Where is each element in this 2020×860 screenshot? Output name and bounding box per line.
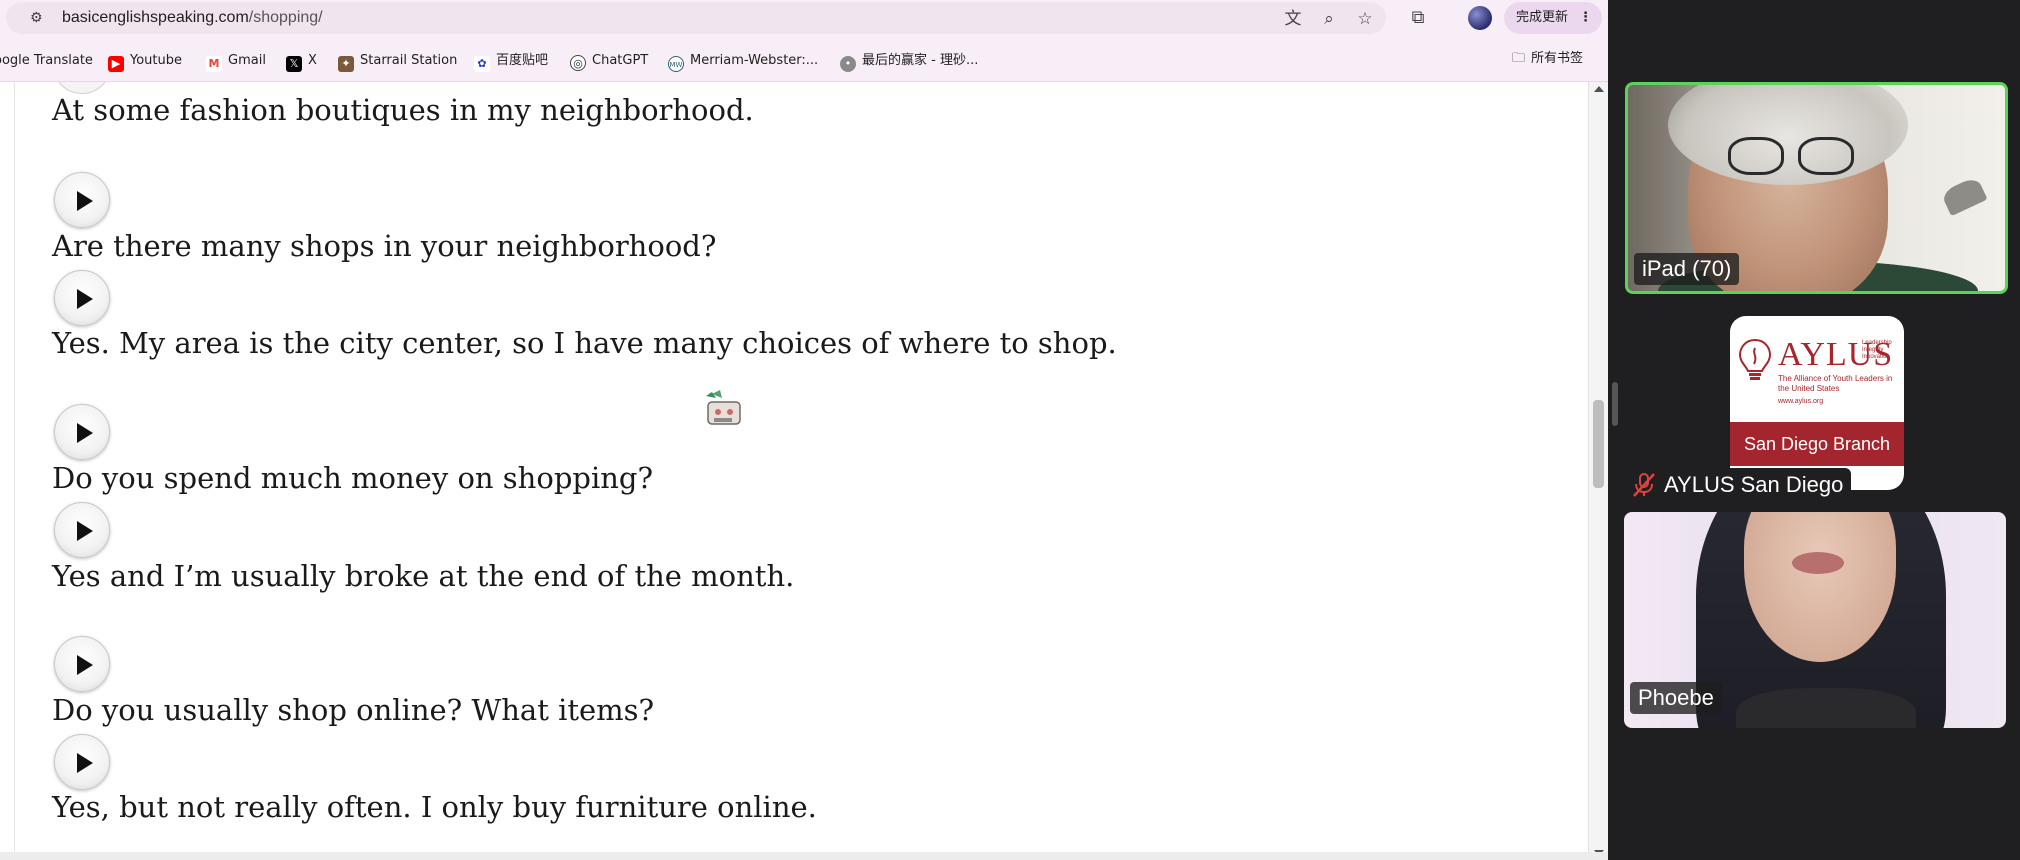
glasses-shape xyxy=(1728,137,1868,177)
answer-text: At some fashion boutiques in my neighbor… xyxy=(52,93,754,127)
play-icon xyxy=(77,753,93,773)
zoom-icon[interactable]: ⌕ xyxy=(1318,8,1340,30)
answer-text: Yes and I’m usually broke at the end of … xyxy=(52,559,795,593)
participant-name: AYLUS San Diego xyxy=(1664,472,1844,497)
merriam-webster-icon: MW xyxy=(668,56,684,72)
site-info-icon[interactable]: ⚙ xyxy=(30,10,48,26)
cursor-sticker-icon xyxy=(706,390,741,425)
bookmark-gmail[interactable]: M Gmail xyxy=(206,49,266,72)
bookmark-youtube[interactable]: ▶ Youtube xyxy=(108,49,182,72)
folder-icon: 🗀 xyxy=(1512,51,1526,66)
bookmark-starrail[interactable]: ✦ Starrail Station xyxy=(338,49,457,72)
play-icon xyxy=(77,289,93,309)
lightbulb-icon xyxy=(1738,338,1772,380)
participant-name: iPad (70) xyxy=(1634,253,1740,285)
page-bottom-strip xyxy=(0,852,1608,860)
site-icon: • xyxy=(840,56,856,72)
video-lips-shape xyxy=(1792,552,1844,574)
participant-tile-phoebe[interactable]: Phoebe xyxy=(1624,512,2006,728)
play-button[interactable] xyxy=(54,404,110,460)
play-button[interactable] xyxy=(54,172,110,228)
scroll-thumb[interactable] xyxy=(1593,400,1604,488)
lamp-shape xyxy=(1940,175,1988,217)
vertical-scrollbar[interactable] xyxy=(1588,82,1608,860)
page-border xyxy=(14,82,15,852)
page-content: At some fashion boutiques in my neighbor… xyxy=(0,82,1588,852)
starrail-icon: ✦ xyxy=(338,56,354,72)
bookmark-x[interactable]: 𝕏X xyxy=(286,49,317,72)
browser-window: ⚙ basicenglishspeaking.com/shopping/ 文 ⌕… xyxy=(0,0,1608,860)
omnibox[interactable]: ⚙ basicenglishspeaking.com/shopping/ 文 ⌕… xyxy=(6,2,1386,34)
play-icon xyxy=(77,521,93,541)
video-shirt-shape xyxy=(1736,688,1916,728)
bookmark-site[interactable]: • 最后的赢家 - 理砂... xyxy=(840,49,978,72)
x-icon: 𝕏 xyxy=(286,56,302,72)
update-button[interactable]: 完成更新 ⋮ xyxy=(1504,2,1602,34)
gmail-icon: M xyxy=(206,56,222,72)
bookmark-chatgpt[interactable]: ◎ ChatGPT xyxy=(570,49,648,71)
aylus-logo: AYLUS Leadership Integrity Innovation Th… xyxy=(1730,316,1904,490)
url-text[interactable]: basicenglishspeaking.com/shopping/ xyxy=(62,9,323,27)
extensions-icon[interactable]: ⧉ xyxy=(1406,6,1430,30)
panel-resize-handle[interactable] xyxy=(1612,382,1618,426)
aylus-url: www.aylus.org xyxy=(1778,398,1824,405)
aylus-side-text: Leadership Integrity Innovation xyxy=(1862,340,1892,360)
scroll-up-icon[interactable] xyxy=(1594,86,1604,92)
play-button[interactable] xyxy=(54,502,110,558)
aylus-banner: San Diego Branch xyxy=(1730,422,1904,466)
answer-text: Yes, but not really often. I only buy fu… xyxy=(52,790,817,824)
question-text: Do you usually shop online? What items? xyxy=(52,693,655,727)
chatgpt-icon: ◎ xyxy=(570,55,586,71)
play-icon xyxy=(77,191,93,211)
microphone-muted-icon xyxy=(1633,473,1655,497)
address-bar-row: ⚙ basicenglishspeaking.com/shopping/ 文 ⌕… xyxy=(0,0,1608,36)
aylus-tagline: The Alliance of Youth Leaders in the Uni… xyxy=(1778,374,1893,393)
bookmark-merriam-webster[interactable]: MW Merriam-Webster:... xyxy=(668,49,818,72)
answer-text: Yes. My area is the city center, so I ha… xyxy=(52,326,1117,360)
participant-tile-aylus[interactable]: AYLUS Leadership Integrity Innovation Th… xyxy=(1622,300,2006,508)
participant-name-row: AYLUS San Diego xyxy=(1624,468,1852,502)
profile-avatar[interactable] xyxy=(1468,6,1492,30)
play-icon xyxy=(77,423,93,443)
youtube-icon: ▶ xyxy=(108,56,124,72)
question-text: Are there many shops in your neighborhoo… xyxy=(52,229,717,263)
translate-icon[interactable]: 文 xyxy=(1282,8,1304,30)
bookmark-google-translate[interactable]: oogle Translate xyxy=(0,49,93,69)
participant-tile-ipad[interactable]: iPad (70) xyxy=(1625,82,2008,294)
play-button[interactable] xyxy=(54,270,110,326)
play-icon xyxy=(77,655,93,675)
play-button[interactable] xyxy=(54,636,110,692)
play-button[interactable] xyxy=(54,734,110,790)
more-menu-icon[interactable]: ⋮ xyxy=(1579,2,1592,34)
bookmarks-bar: oogle Translate ▶ Youtube M Gmail 𝕏X ✦ Star… xyxy=(0,36,1608,82)
bookmark-star-icon[interactable]: ☆ xyxy=(1354,8,1376,30)
participant-name: Phoebe xyxy=(1630,682,1722,714)
all-bookmarks[interactable]: 🗀 所有书签 xyxy=(1512,49,1583,69)
baidu-icon: ✿ xyxy=(474,56,490,72)
question-text: Do you spend much money on shopping? xyxy=(52,461,654,495)
bookmark-baidu[interactable]: ✿ 百度贴吧 xyxy=(474,49,548,72)
